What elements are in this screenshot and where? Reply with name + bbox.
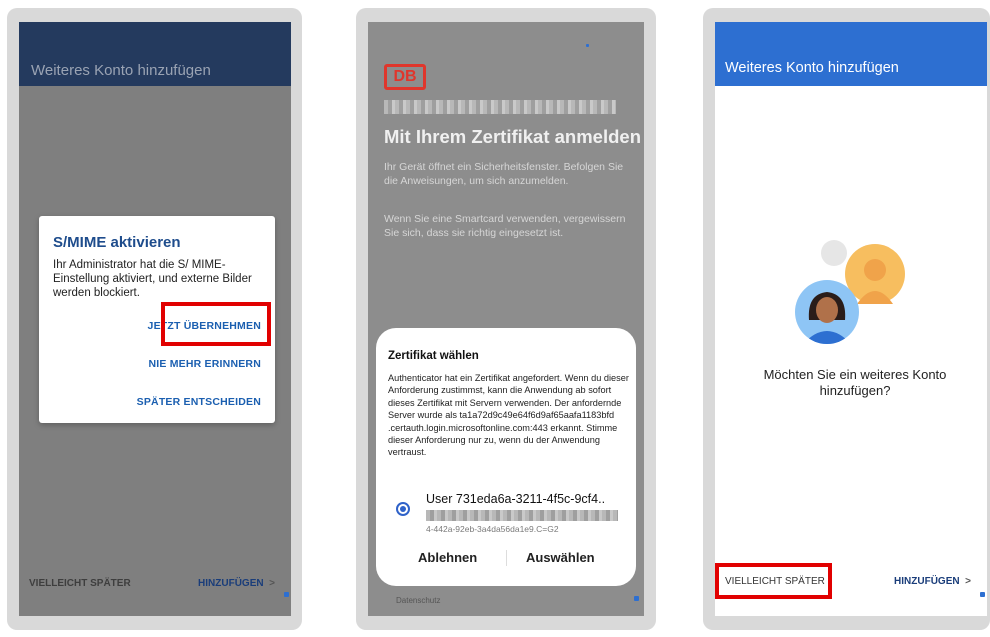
add-account-question: Möchten Sie ein weiteres Konto hinzufüge… (763, 367, 947, 398)
privacy-link[interactable]: Datenschutz (396, 596, 440, 605)
app-header: Weiteres Konto hinzufügen (19, 22, 291, 86)
certificate-user[interactable]: User 731eda6a-3211-4f5c-9cf4.. (426, 492, 605, 506)
highlight-box (161, 302, 271, 346)
certificate-picker-sheet: Zertifikat wählen Authenticator hat ein … (376, 328, 636, 586)
blurred-account-name (384, 100, 616, 114)
chevron-right-icon: > (965, 576, 971, 587)
add-button[interactable]: HINZUFÜGEN > (894, 576, 971, 587)
header-title: Weiteres Konto hinzufügen (725, 60, 899, 76)
status-dot-icon (980, 592, 985, 597)
decide-later-button[interactable]: SPÄTER ENTSCHEIDEN (137, 396, 261, 408)
select-button[interactable]: Auswählen (526, 550, 595, 565)
header-title: Weiteres Konto hinzufügen (31, 62, 211, 79)
reject-button[interactable]: Ablehnen (418, 550, 477, 565)
status-dot-icon (634, 596, 639, 601)
phone-frame-certificate: DB Mit Ihrem Zertifikat anmelden Ihr Ger… (356, 8, 656, 630)
avatar-primary (795, 280, 859, 344)
app-header: Weiteres Konto hinzufügen (715, 22, 987, 86)
certificate-detail: 4-442a-92eb-3a4da56da1e9.C=G2 (426, 524, 559, 534)
dialog-message: Ihr Administrator hat die S/ MIME-Einste… (53, 259, 252, 299)
db-logo: DB (384, 64, 426, 90)
phone-screen: DB Mit Ihrem Zertifikat anmelden Ihr Ger… (368, 22, 644, 616)
instruction-text: Ihr Gerät öffnet ein Sicherheitsfenster.… (384, 161, 624, 187)
certificate-radio[interactable] (396, 502, 410, 516)
button-divider (506, 550, 507, 566)
sheet-title: Zertifikat wählen (388, 350, 479, 362)
phone-frame-smime: Weiteres Konto hinzufügen S/MIME aktivie… (7, 8, 302, 630)
maybe-later-button[interactable]: VIELLEICHT SPÄTER (29, 578, 131, 589)
phone-screen: Weiteres Konto hinzufügen S/MIME aktivie… (19, 22, 291, 616)
page-title: Mit Ihrem Zertifikat anmelden (384, 126, 641, 147)
add-label: HINZUFÜGEN (198, 578, 264, 589)
status-dot-icon (586, 44, 589, 47)
smime-dialog: S/MIME aktivieren Ihr Administrator hat … (39, 216, 275, 423)
phone-screen: Weiteres Konto hinzufügen Möchten Sie ei… (715, 22, 987, 616)
smartcard-hint: Wenn Sie eine Smartcard verwenden, verge… (384, 213, 626, 239)
never-remind-button[interactable]: NIE MEHR ERINNERN (149, 358, 262, 370)
footer-bar: VIELLEICHT SPÄTER HINZUFÜGEN > (29, 578, 289, 589)
add-label: HINZUFÜGEN (894, 576, 960, 587)
sheet-message: Authenticator hat ein Zertifikat angefor… (388, 373, 629, 458)
blurred-certificate-detail (426, 510, 618, 521)
chevron-right-icon: > (269, 578, 275, 589)
dialog-title: S/MIME aktivieren (53, 234, 181, 251)
status-dot-icon (284, 592, 289, 597)
phone-frame-add-account: Weiteres Konto hinzufügen Möchten Sie ei… (703, 8, 990, 630)
grey-dot (821, 240, 847, 266)
highlight-box (715, 563, 832, 599)
add-button[interactable]: HINZUFÜGEN > (198, 578, 275, 589)
